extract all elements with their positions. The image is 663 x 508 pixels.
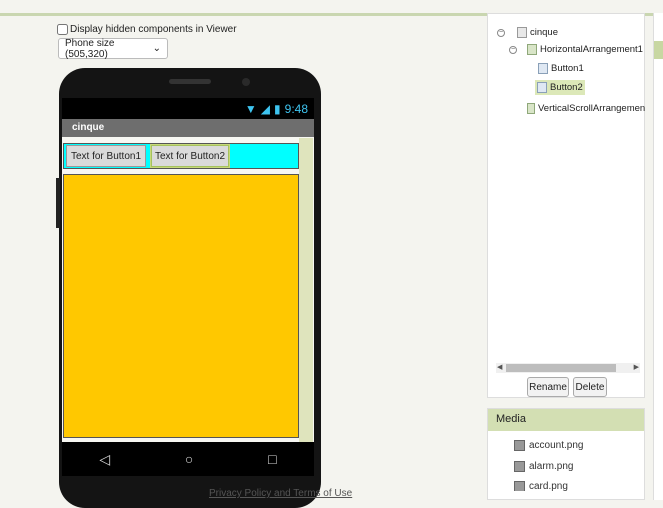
- tree-label-horizontal: HorizontalArrangement1: [540, 44, 643, 55]
- phone-side-button: [56, 178, 60, 228]
- button2-text: Text for Button2: [154, 150, 226, 162]
- display-hidden-components-checkbox[interactable]: Display hidden components in Viewer: [57, 24, 237, 35]
- tree-label-button2: Button2: [550, 82, 583, 93]
- rename-button[interactable]: Rename: [527, 377, 569, 397]
- horizontal-arrangement[interactable]: Text for Button1 Text for Button2: [63, 143, 299, 169]
- properties-panel: [653, 13, 663, 500]
- phone-size-value: Phone size (505,320): [65, 37, 115, 60]
- scroll-thumb[interactable]: [506, 364, 616, 372]
- media-item[interactable]: account.png: [514, 440, 584, 451]
- phone-size-select[interactable]: Phone size (505,320) ⌄: [58, 37, 168, 60]
- hidden-components-label: Display hidden components in Viewer: [70, 24, 237, 35]
- button1-preview[interactable]: Text for Button1: [66, 145, 146, 167]
- media-file-name: account.png: [529, 440, 584, 451]
- hidden-components-check[interactable]: [57, 24, 68, 35]
- image-icon: [514, 461, 525, 472]
- image-icon: [514, 440, 525, 451]
- screen-title: cinque: [72, 122, 105, 133]
- signal-icon: ◢: [260, 101, 271, 116]
- tree-item-horizontal-arrangement[interactable]: − HorizontalArrangement1: [509, 44, 643, 55]
- speaker-icon: [169, 79, 211, 84]
- media-title: Media: [496, 413, 526, 425]
- button-icon: [537, 82, 547, 93]
- media-item[interactable]: card.png: [514, 481, 568, 491]
- home-icon: ○: [184, 451, 194, 467]
- button1-text: Text for Button1: [70, 150, 142, 162]
- wifi-icon: ▼: [244, 101, 257, 116]
- status-bar: ▼ ◢ ▮ 9:48: [62, 98, 314, 119]
- properties-header: [654, 41, 663, 59]
- collapse-icon[interactable]: −: [509, 45, 517, 54]
- media-file-name: card.png: [529, 481, 568, 491]
- back-icon: ◁: [99, 450, 111, 467]
- delete-label: Delete: [575, 381, 605, 393]
- tree-label-vertical: VerticalScrollArrangemen: [538, 103, 646, 114]
- rename-label: Rename: [529, 381, 567, 393]
- tree-item-button1[interactable]: Button1: [538, 63, 584, 74]
- battery-icon: ▮: [274, 101, 281, 116]
- nav-bar: ◁ ○ □: [62, 442, 314, 476]
- tree-label-screen: cinque: [530, 27, 558, 38]
- screen-scroll-strip: [299, 138, 313, 442]
- media-header: Media: [488, 409, 644, 431]
- media-file-name: alarm.png: [529, 461, 574, 472]
- tree-item-screen[interactable]: − cinque: [497, 27, 558, 38]
- media-item[interactable]: alarm.png: [514, 461, 573, 472]
- chevron-down-icon: ⌄: [152, 43, 161, 54]
- screen-icon: [517, 27, 527, 38]
- screen-title-bar: cinque: [62, 119, 314, 137]
- vertical-scroll-arrangement[interactable]: [63, 174, 299, 438]
- privacy-policy-link[interactable]: Privacy Policy and Terms of Use: [209, 488, 352, 499]
- image-icon: [514, 481, 525, 491]
- tree-item-button2[interactable]: Button2: [535, 80, 585, 95]
- tree-item-vertical-arrangement[interactable]: VerticalScrollArrangemen: [527, 103, 645, 114]
- vertical-arrangement-icon: [527, 103, 535, 114]
- scroll-right-icon[interactable]: ▶: [634, 363, 639, 371]
- horizontal-arrangement-icon: [527, 44, 537, 55]
- tree-horizontal-scrollbar[interactable]: ◀ ▶: [496, 363, 640, 373]
- tree-label-button1: Button1: [551, 63, 584, 74]
- status-time: 9:48: [284, 101, 308, 116]
- camera-icon: [242, 78, 250, 86]
- button-icon: [538, 63, 548, 74]
- collapse-icon[interactable]: −: [497, 28, 505, 37]
- scroll-left-icon[interactable]: ◀: [497, 363, 502, 371]
- recents-icon: □: [268, 451, 277, 467]
- button2-preview[interactable]: Text for Button2: [151, 145, 229, 167]
- delete-button[interactable]: Delete: [573, 377, 607, 397]
